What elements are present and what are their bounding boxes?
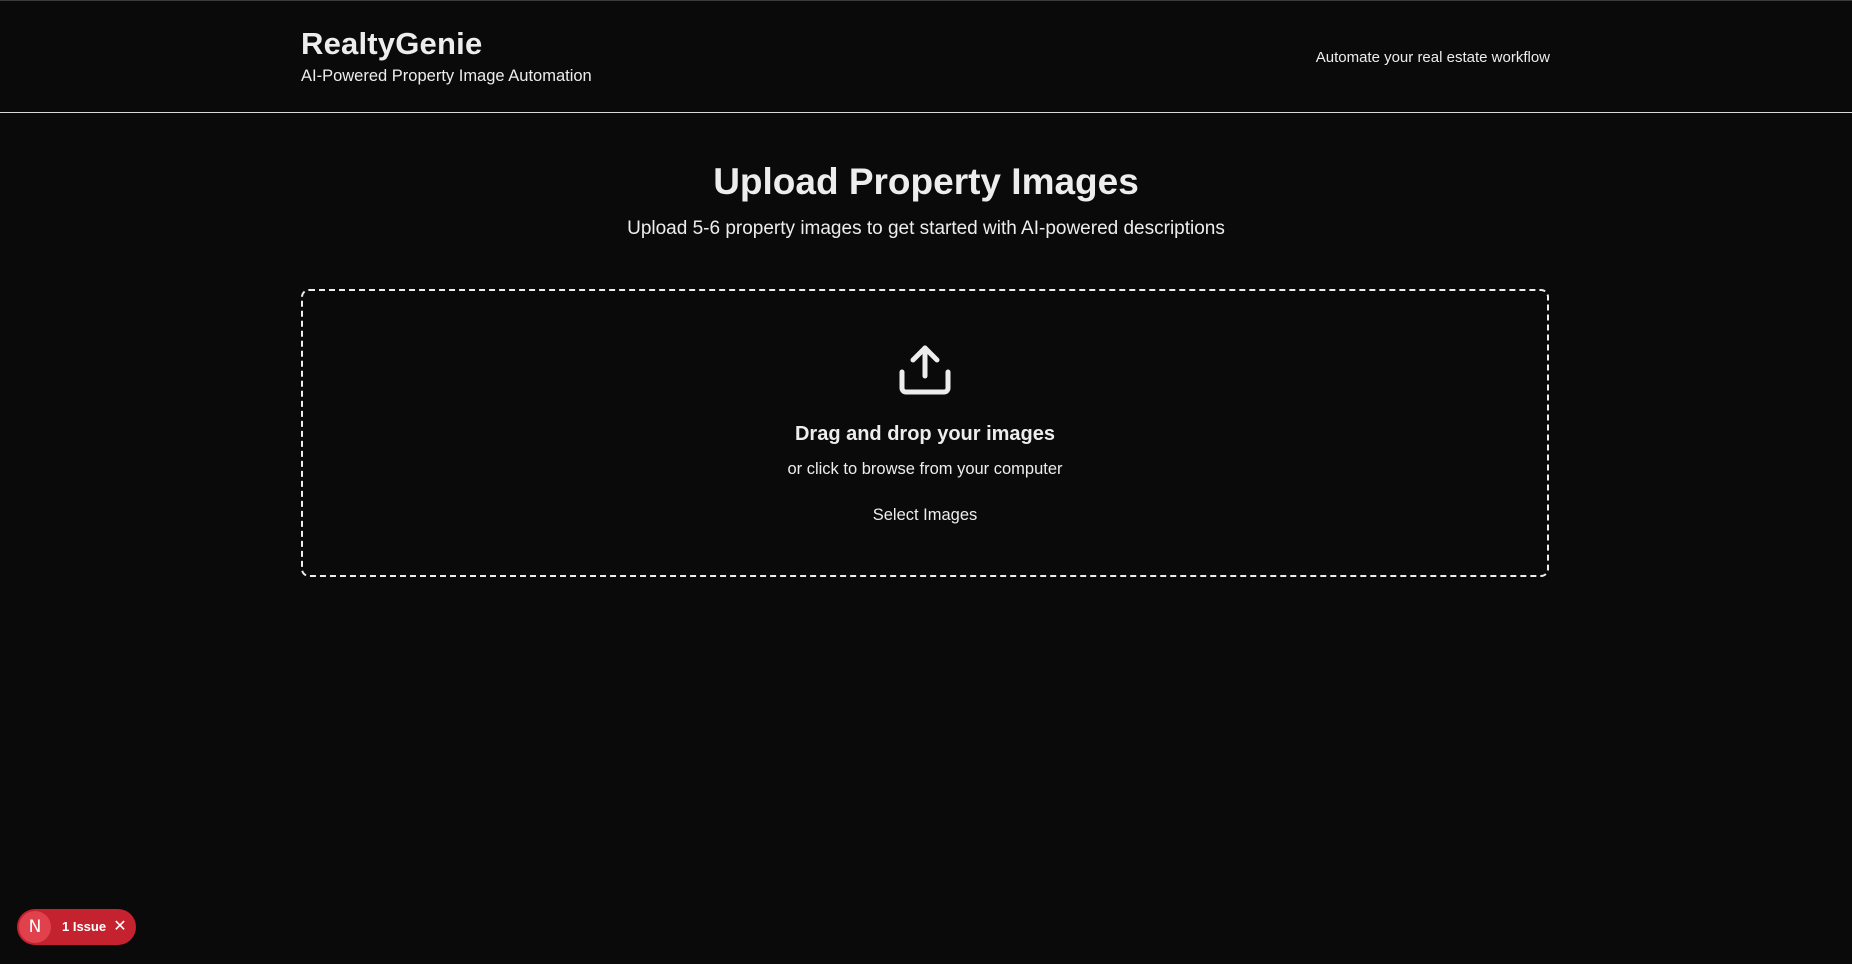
issues-count-label[interactable]: 1 Issue	[62, 918, 106, 936]
app-subtitle: AI-Powered Property Image Automation	[301, 67, 592, 85]
app-title: RealtyGenie	[301, 26, 483, 61]
page-subtitle: Upload 5-6 property images to get starte…	[627, 218, 1225, 239]
close-icon[interactable]: ✕	[111, 918, 129, 936]
dropzone-subtitle: or click to browse from your computer	[787, 460, 1063, 478]
brand: RealtyGenie AI-Powered Property Image Au…	[301, 25, 592, 86]
nextjs-logo-icon[interactable]: N	[19, 911, 51, 943]
dropzone-title: Drag and drop your images	[794, 423, 1056, 445]
upload-icon	[899, 345, 951, 395]
select-images-button[interactable]: Select Images	[865, 503, 986, 527]
header-tagline: Automate your real estate workflow	[1315, 49, 1550, 66]
page-title: Upload Property Images	[713, 161, 1139, 202]
site-header: RealtyGenie AI-Powered Property Image Au…	[0, 1, 1852, 113]
dev-issues-indicator[interactable]: N 1 Issue ✕	[17, 909, 136, 945]
image-dropzone[interactable]: Drag and drop your images or click to br…	[301, 289, 1549, 577]
